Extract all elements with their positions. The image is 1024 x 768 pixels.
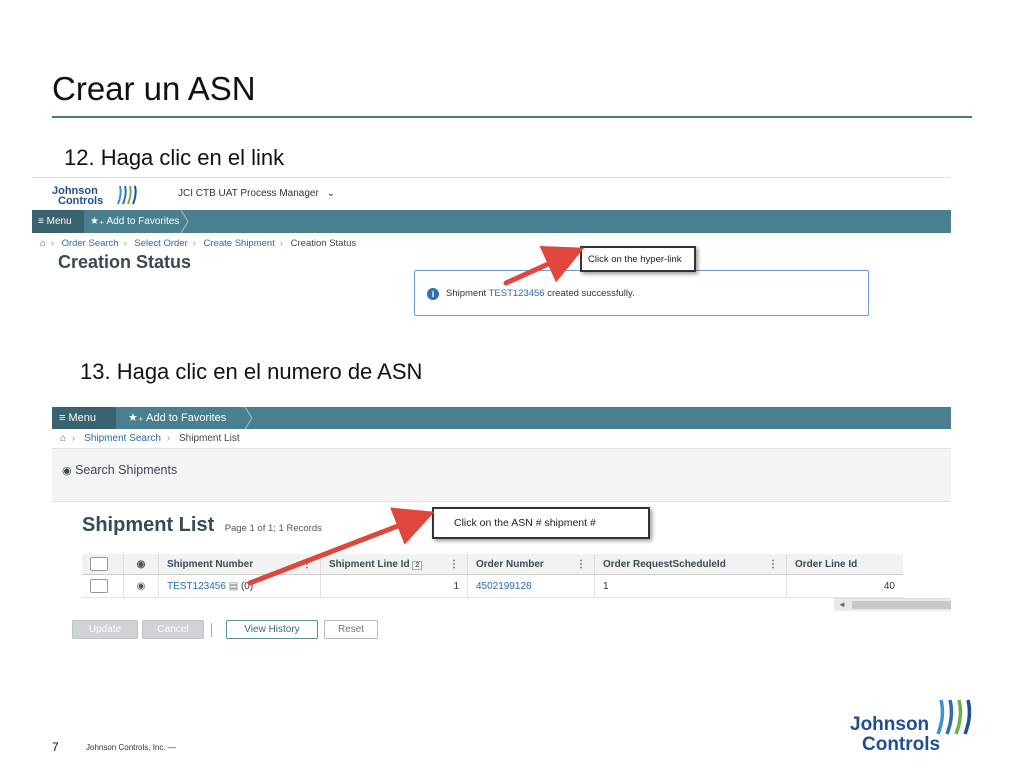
cell-shipment-line-id: 1	[320, 574, 468, 598]
eye-icon[interactable]: ◉	[137, 581, 146, 592]
row-select-cell	[82, 574, 124, 598]
slide-title: Crear un ASN	[52, 70, 256, 107]
menu-label: Menu	[46, 216, 72, 227]
star-plus-icon: ★₊	[90, 216, 105, 227]
logo-waves-icon	[117, 185, 137, 205]
breadcrumb-order-search[interactable]: Order Search	[62, 238, 119, 249]
breadcrumb: ⌂ › Shipment Search › Shipment List	[60, 433, 240, 444]
add-to-favorites-button[interactable]: ★₊ Add to Favorites	[90, 210, 179, 233]
chevron-divider-icon	[244, 407, 253, 429]
scrollbar-thumb[interactable]	[852, 601, 951, 609]
footer-copyright: Johnson Controls, Inc. —	[86, 743, 176, 752]
logo-word-controls: Controls	[862, 734, 941, 755]
breadcrumb-create-shipment[interactable]: Create Shipment	[204, 238, 275, 249]
home-icon[interactable]: ⌂	[60, 433, 66, 444]
johnson-controls-logo-small: Johnson Controls	[52, 186, 137, 208]
attachment-count: (0)	[240, 580, 254, 592]
cancel-button[interactable]: Cancel	[142, 620, 204, 639]
sort-order-badge: 2	[412, 560, 423, 570]
scroll-left-icon[interactable]: ◄	[838, 599, 846, 611]
favorites-label: Add to Favorites	[146, 412, 227, 424]
col-shipment-number[interactable]: Shipment Number ⋮	[158, 554, 321, 575]
breadcrumb: ⌂ › Order Search › Select Order › Create Sh…	[40, 238, 357, 249]
app-title-dropdown[interactable]: JCI CTB UAT Process Manager ⌄	[178, 188, 335, 199]
page-title: Creation Status	[58, 252, 192, 272]
reset-button[interactable]: Reset	[324, 620, 378, 639]
attachment-icon[interactable]: ▤	[229, 581, 238, 592]
message-suffix: created successfully.	[547, 288, 635, 299]
cell-order-line-id: 40	[786, 574, 903, 598]
title-divider	[52, 116, 972, 118]
table-row: ◉ TEST123456 ▤ (0) 1 4502199128 1 40	[82, 574, 903, 598]
step-12-instruction: 12. Haga clic en el link	[64, 145, 285, 170]
eye-icon: ◉	[62, 465, 72, 477]
shipment-hyperlink[interactable]: TEST123456	[489, 288, 545, 299]
select-all-header	[82, 554, 124, 575]
johnson-controls-logo: Johnson Controls	[850, 698, 980, 755]
breadcrumb-current: Shipment List	[179, 433, 240, 444]
app-title: JCI CTB UAT Process Manager	[178, 188, 319, 199]
logo-waves-icon	[936, 699, 972, 735]
page-info: Page 1 of 1; 1 Records	[224, 523, 322, 534]
column-menu-icon[interactable]: ⋮	[768, 559, 778, 570]
search-shipments-label: Search Shipments	[75, 463, 178, 477]
view-column-header: ◉	[123, 554, 159, 575]
row-view-cell: ◉	[123, 574, 159, 598]
column-menu-icon[interactable]: ⋮	[576, 559, 586, 570]
breadcrumb-select-order[interactable]: Select Order	[134, 238, 187, 249]
list-header: Shipment List Page 1 of 1; 1 Records	[82, 514, 322, 537]
favorites-label: Add to Favorites	[106, 216, 180, 227]
chevron-divider-icon	[180, 210, 189, 233]
shipment-number-link[interactable]: TEST123456	[167, 581, 226, 592]
view-history-button[interactable]: View History	[226, 620, 318, 639]
hamburger-icon: ≡	[59, 412, 66, 424]
button-divider	[211, 623, 212, 637]
order-number-link[interactable]: 4502199128	[476, 581, 532, 592]
col-order-request-schedule-id[interactable]: Order RequestScheduleId ⋮	[594, 554, 787, 575]
shipment-table: ◉ Shipment Number ⋮ Shipment Line Id 2 ⋮ O…	[82, 554, 903, 598]
message-prefix: Shipment	[446, 288, 487, 299]
shipment-list-screenshot: ≡ Menu ★₊ Add to Favorites ⌂ › Shipment S…	[52, 407, 951, 647]
menu-button[interactable]: ≡ Menu	[52, 407, 116, 429]
update-button[interactable]: Update	[72, 620, 138, 639]
list-title: Shipment List	[82, 514, 215, 536]
column-menu-icon[interactable]: ⋮	[449, 559, 459, 570]
add-to-favorites-button[interactable]: ★₊ Add to Favorites	[128, 407, 226, 429]
success-message: i Shipment TEST123456 created successful…	[414, 270, 869, 316]
page-number: 7	[52, 740, 59, 754]
callout-asn-number: Click on the ASN # shipment #	[432, 507, 650, 539]
breadcrumb-shipment-search[interactable]: Shipment Search	[84, 433, 161, 444]
cell-order-request-schedule-id: 1	[594, 574, 787, 598]
menu-label: Menu	[68, 412, 97, 424]
col-shipment-line-id[interactable]: Shipment Line Id 2 ⋮	[320, 554, 468, 575]
menu-button[interactable]: ≡ Menu	[32, 210, 84, 233]
horizontal-scrollbar[interactable]: ◄	[834, 598, 951, 611]
col-order-line-id[interactable]: Order Line Id	[786, 554, 903, 575]
step-13-instruction: 13. Haga clic en el numero de ASN	[80, 359, 423, 384]
logo-word-johnson: Johnson	[850, 714, 930, 735]
cell-shipment-number: TEST123456 ▤ (0)	[158, 574, 321, 598]
chevron-down-icon: ⌄	[326, 188, 335, 199]
nav-bar: ≡ Menu ★₊ Add to Favorites	[52, 407, 951, 429]
eye-icon: ◉	[136, 558, 146, 570]
info-icon: i	[427, 288, 439, 300]
row-checkbox[interactable]	[90, 579, 108, 593]
star-plus-icon: ★₊	[128, 412, 144, 424]
home-icon[interactable]: ⌂	[40, 238, 46, 249]
column-menu-icon[interactable]: ⋮	[302, 559, 312, 570]
search-shipments-toggle[interactable]: ◉ Search Shipments	[62, 463, 177, 477]
breadcrumb-current: Creation Status	[290, 238, 357, 249]
table-header-row: ◉ Shipment Number ⋮ Shipment Line Id 2 ⋮ O…	[82, 554, 903, 575]
nav-bar: ≡ Menu ★₊ Add to Favorites	[32, 210, 951, 233]
hamburger-icon: ≡	[38, 216, 44, 227]
creation-status-screenshot: Johnson Controls JCI CTB UAT Process Man…	[32, 177, 951, 323]
callout-hyperlink: Click on the hyper-link	[580, 246, 696, 272]
col-order-number[interactable]: Order Number ⋮	[467, 554, 595, 575]
cell-order-number: 4502199128	[467, 574, 595, 598]
select-all-checkbox[interactable]	[90, 557, 108, 571]
search-shipments-panel: ◉ Search Shipments	[52, 448, 951, 502]
